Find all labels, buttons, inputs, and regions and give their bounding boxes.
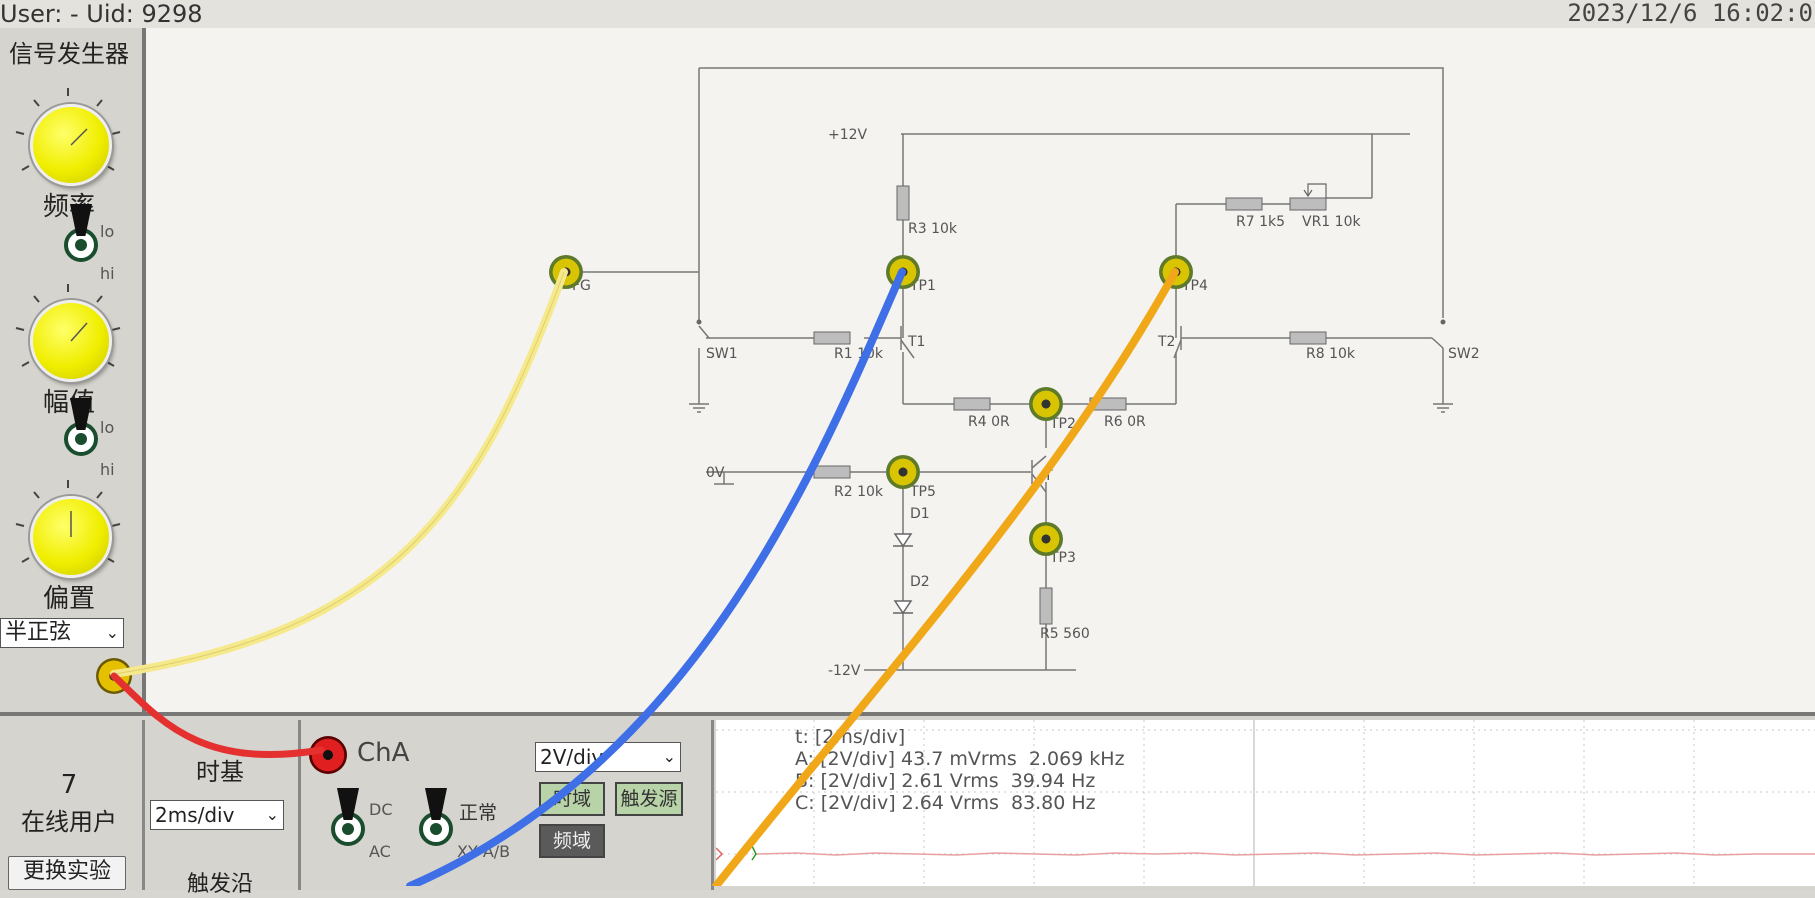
label-vr1: VR1 10k [1302, 214, 1361, 230]
label-r3: R3 10k [908, 221, 958, 237]
label-sw2: SW2 [1448, 346, 1480, 362]
toggle-dot [75, 433, 87, 445]
tp2-jack[interactable] [1029, 387, 1063, 421]
offset-label: 偏置 [42, 584, 95, 614]
online-section: 7 在线用户 更换实验 [0, 720, 145, 890]
ground-marker-icon [751, 845, 757, 861]
trigger-source-button[interactable]: 触发源 [615, 782, 683, 816]
datetime: 2023/12/6 16:02:0 [1567, 0, 1813, 27]
tp1-jack[interactable] [886, 255, 920, 289]
channel-section: ChA 2V/div ⌄ DC AC 正常 XY A/B 时域 触发源 频域 [301, 720, 714, 890]
scope-channel-c-readout: C: [2V/div] 2.64 Vrms 83.80 Hz [795, 792, 1096, 814]
label-d2: D2 [910, 574, 930, 590]
waveform-value: 半正弦 [5, 620, 72, 645]
cha-input-jack[interactable] [309, 736, 347, 774]
change-experiment-button[interactable]: 更换实验 [8, 856, 126, 890]
display-mode-toggle[interactable] [417, 788, 461, 854]
timebase-value: 2ms/div [155, 803, 235, 827]
top-bar: User: - Uid: 9298 2023/12/6 16:02:0 [0, 0, 1815, 28]
knob-pointer-icon [70, 511, 72, 537]
amp-toggle-lo-label: lo [100, 418, 115, 437]
coupling-ac-label: AC [369, 842, 391, 861]
signal-generator-panel: 信号发生器 频率 lo hi 幅值 lo hi 偏置 半正弦 ⌄ [0, 28, 146, 712]
freq-toggle-lo-label: lo [100, 222, 115, 241]
label-r2: R2 10k [834, 484, 884, 500]
label-zero-v: 0V [706, 465, 725, 481]
label-r8: R8 10k [1306, 346, 1356, 362]
tp5-jack[interactable] [886, 455, 920, 489]
channel-label: ChA [357, 738, 410, 768]
label-r1: R1 10k [834, 346, 884, 362]
label-vplus: +12V [828, 127, 868, 143]
coupling-toggle[interactable] [329, 788, 373, 854]
chevron-down-icon: ⌄ [662, 747, 676, 766]
knob-pointer-icon [70, 128, 88, 146]
channel-a-trace [755, 852, 1815, 856]
label-d1: D1 [910, 506, 930, 522]
user-info: User: - Uid: 9298 [0, 0, 203, 28]
scope-channel-a-readout: A: [2V/div] 43.7 mVrms 2.069 kHz [795, 748, 1125, 770]
label-r6: R6 0R [1104, 414, 1146, 430]
frequency-label: 频率 [42, 192, 95, 222]
frequency-domain-button[interactable]: 频域 [539, 824, 605, 858]
mode-normal-label: 正常 [459, 802, 498, 824]
label-t1: T1 [907, 334, 925, 350]
knob-pointer-icon [70, 322, 88, 342]
coupling-dc-label: DC [369, 800, 393, 819]
tp3-jack[interactable] [1029, 522, 1063, 556]
offset-knob[interactable] [10, 476, 126, 592]
label-t2: T2 [1157, 334, 1175, 350]
volts-per-div-select[interactable]: 2V/div ⌄ [535, 742, 681, 772]
frequency-knob[interactable] [10, 84, 126, 200]
trigger-label: 触发沿 [186, 872, 253, 897]
amplitude-knob[interactable] [10, 280, 126, 396]
volts-value: 2V/div [540, 745, 604, 769]
chevron-down-icon: ⌄ [105, 623, 119, 642]
label-sw1: SW1 [706, 346, 738, 362]
time-domain-button[interactable]: 时域 [539, 782, 605, 816]
circuit-diagram: +12V R3 10k R7 1k5 VR1 10k FG TP1 TP4 SW… [146, 28, 1815, 712]
amplitude-label: 幅值 [42, 388, 95, 418]
signal-generator-title: 信号发生器 [9, 40, 129, 68]
amplitude-knob-cap[interactable] [30, 300, 112, 382]
scope-channel-b-readout: B: [2V/div] 2.61 Vrms 39.94 Hz [795, 770, 1096, 792]
circuit-schematic: +12V R3 10k R7 1k5 VR1 10k FG TP1 TP4 SW… [562, 67, 1480, 679]
label-t3: T [1043, 468, 1053, 484]
timebase-section: 时基 2ms/div ⌄ 触发沿 [145, 720, 301, 897]
timebase-select[interactable]: 2ms/div ⌄ [150, 800, 284, 830]
fg-jack[interactable] [549, 255, 583, 289]
chevron-down-icon: ⌄ [265, 805, 279, 824]
timebase-label: 时基 [196, 758, 244, 786]
toggle-dot [430, 823, 442, 835]
mode-xy-label: XY A/B [457, 842, 511, 861]
label-r7: R7 1k5 [1236, 214, 1285, 230]
label-r4: R4 0R [968, 414, 1010, 430]
label-r5: R5 560 [1040, 626, 1090, 642]
scope-timebase-readout: t: [2ms/div] [795, 726, 906, 748]
frequency-knob-cap[interactable] [30, 104, 112, 186]
label-tp5: TP5 [909, 484, 936, 500]
online-label: 在线用户 [21, 808, 117, 836]
offset-knob-cap[interactable] [30, 496, 112, 578]
tp4-jack[interactable] [1159, 255, 1193, 289]
oscilloscope-screen: t: [2ms/div] A: [2V/div] 43.7 mVrms 2.06… [716, 720, 1815, 886]
toggle-dot [342, 823, 354, 835]
online-count: 7 [60, 770, 78, 800]
waveform-select[interactable]: 半正弦 ⌄ [0, 618, 124, 648]
signal-output-jack[interactable] [96, 658, 132, 694]
label-vminus: -12V [828, 663, 861, 679]
toggle-dot [75, 239, 87, 251]
